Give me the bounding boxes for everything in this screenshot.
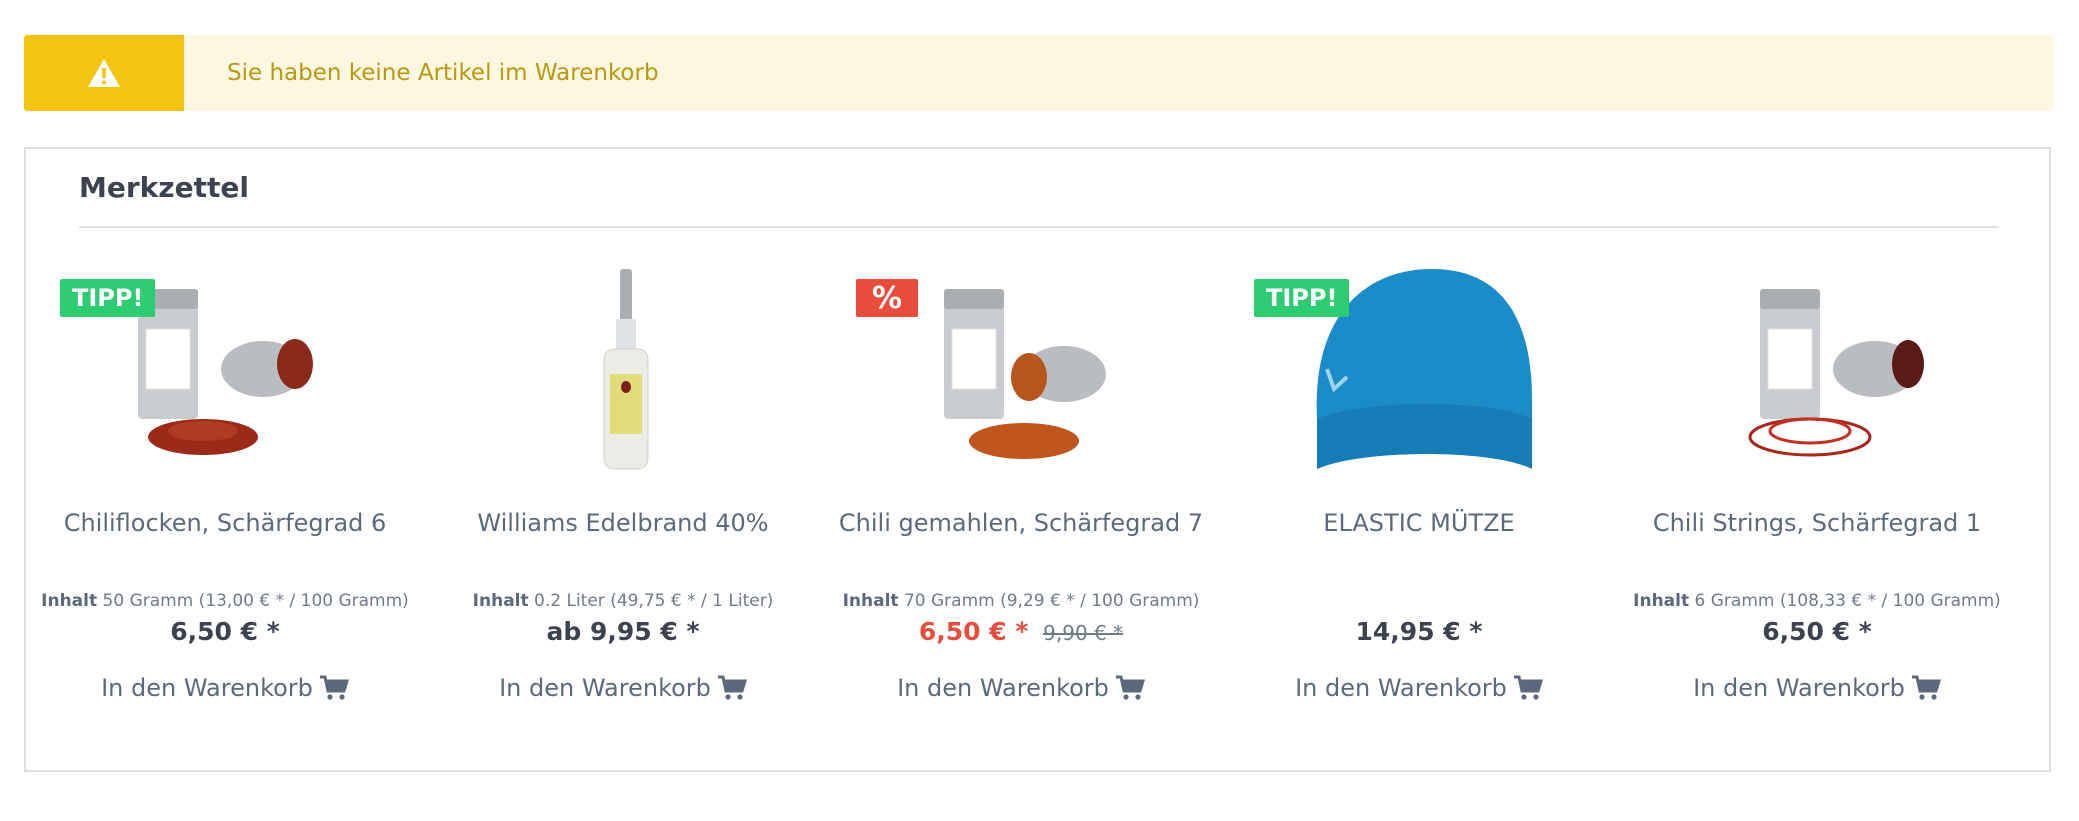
- cart-button-label: In den Warenkorb: [101, 674, 313, 702]
- add-to-cart-button[interactable]: In den Warenkorb: [26, 674, 424, 702]
- product-card: Chili Strings, Schärfegrad 1 Inhalt 6 Gr…: [1618, 259, 2016, 739]
- warning-icon: [88, 59, 120, 87]
- product-card: TIPP! ELASTIC MÜTZE 14,95 € * In den War…: [1220, 259, 1618, 739]
- product-price: 6,50 € *: [1618, 617, 2016, 646]
- tip-badge: TIPP!: [60, 279, 156, 317]
- product-slider: TIPP! Chiliflocken, Schärfegrad 6 Inhalt…: [26, 259, 2049, 759]
- content-label: Inhalt: [842, 591, 899, 611]
- product-price: 6,50 € * 9,90 € *: [822, 617, 1220, 646]
- product-content: Inhalt 70 Gramm (9,29 € * / 100 Gramm): [822, 591, 1220, 611]
- price-value: 14,95 € *: [1355, 617, 1483, 646]
- content-value: 70 Gramm (9,29 € * / 100 Gramm): [903, 591, 1200, 611]
- product-name[interactable]: Chiliflocken, Schärfegrad 6: [26, 509, 424, 537]
- product-content: Inhalt 0.2 Liter (49,75 € * / 1 Liter): [424, 591, 822, 611]
- content-value: 0.2 Liter (49,75 € * / 1 Liter): [534, 591, 774, 611]
- cart-icon: [1911, 675, 1941, 700]
- product-price: 6,50 € *: [26, 617, 424, 646]
- cart-button-label: In den Warenkorb: [897, 674, 1109, 702]
- price-value: ab 9,95 € *: [546, 617, 700, 646]
- tip-badge: TIPP!: [1254, 279, 1350, 317]
- price-value: 6,50 € *: [918, 617, 1029, 646]
- product-image[interactable]: [506, 259, 746, 479]
- product-content: Inhalt 6 Gramm (108,33 € * / 100 Gramm): [1618, 591, 2016, 611]
- content-label: Inhalt: [1633, 591, 1690, 611]
- product-image[interactable]: [904, 259, 1144, 479]
- price-value: 6,50 € *: [170, 617, 280, 646]
- product-card: TIPP! Chiliflocken, Schärfegrad 6 Inhalt…: [26, 259, 424, 739]
- alert-message: Sie haben keine Artikel im Warenkorb: [227, 60, 659, 86]
- wishlist-title: Merkzettel: [79, 171, 249, 204]
- product-name[interactable]: Williams Edelbrand 40%: [424, 509, 822, 537]
- content-label: Inhalt: [472, 591, 529, 611]
- cart-button-label: In den Warenkorb: [1693, 674, 1905, 702]
- cart-icon: [1115, 675, 1145, 700]
- old-price: 9,90 € *: [1043, 621, 1124, 645]
- add-to-cart-button[interactable]: In den Warenkorb: [1618, 674, 2016, 702]
- sale-badge: %: [856, 279, 919, 317]
- product-image[interactable]: [1700, 259, 1940, 479]
- content-value: 50 Gramm (13,00 € * / 100 Gramm): [102, 591, 409, 611]
- product-name[interactable]: Chili gemahlen, Schärfegrad 7: [822, 509, 1220, 537]
- empty-cart-alert: Sie haben keine Artikel im Warenkorb: [24, 35, 2053, 111]
- cart-button-label: In den Warenkorb: [1295, 674, 1507, 702]
- content-value: 6 Gramm (108,33 € * / 100 Gramm): [1694, 591, 2001, 611]
- add-to-cart-button[interactable]: In den Warenkorb: [424, 674, 822, 702]
- cart-button-label: In den Warenkorb: [499, 674, 711, 702]
- product-price: 14,95 € *: [1220, 617, 1618, 646]
- divider: [79, 226, 1999, 228]
- product-content: Inhalt 50 Gramm (13,00 € * / 100 Gramm): [26, 591, 424, 611]
- add-to-cart-button[interactable]: In den Warenkorb: [822, 674, 1220, 702]
- cart-icon: [717, 675, 747, 700]
- cart-icon: [319, 675, 349, 700]
- cart-icon: [1513, 675, 1543, 700]
- wishlist-panel: Merkzettel TIPP! Chiliflocken, Schärfegr…: [24, 147, 2051, 772]
- price-value: 6,50 € *: [1762, 617, 1872, 646]
- product-card: Williams Edelbrand 40% Inhalt 0.2 Liter …: [424, 259, 822, 739]
- product-price: ab 9,95 € *: [424, 617, 822, 646]
- product-name[interactable]: Chili Strings, Schärfegrad 1: [1618, 509, 2016, 537]
- alert-icon-box: [24, 35, 184, 111]
- product-card: % Chili gemahlen, Schärfegrad 7 Inhalt 7…: [822, 259, 1220, 739]
- content-label: Inhalt: [41, 591, 98, 611]
- add-to-cart-button[interactable]: In den Warenkorb: [1220, 674, 1618, 702]
- product-name[interactable]: ELASTIC MÜTZE: [1220, 509, 1618, 537]
